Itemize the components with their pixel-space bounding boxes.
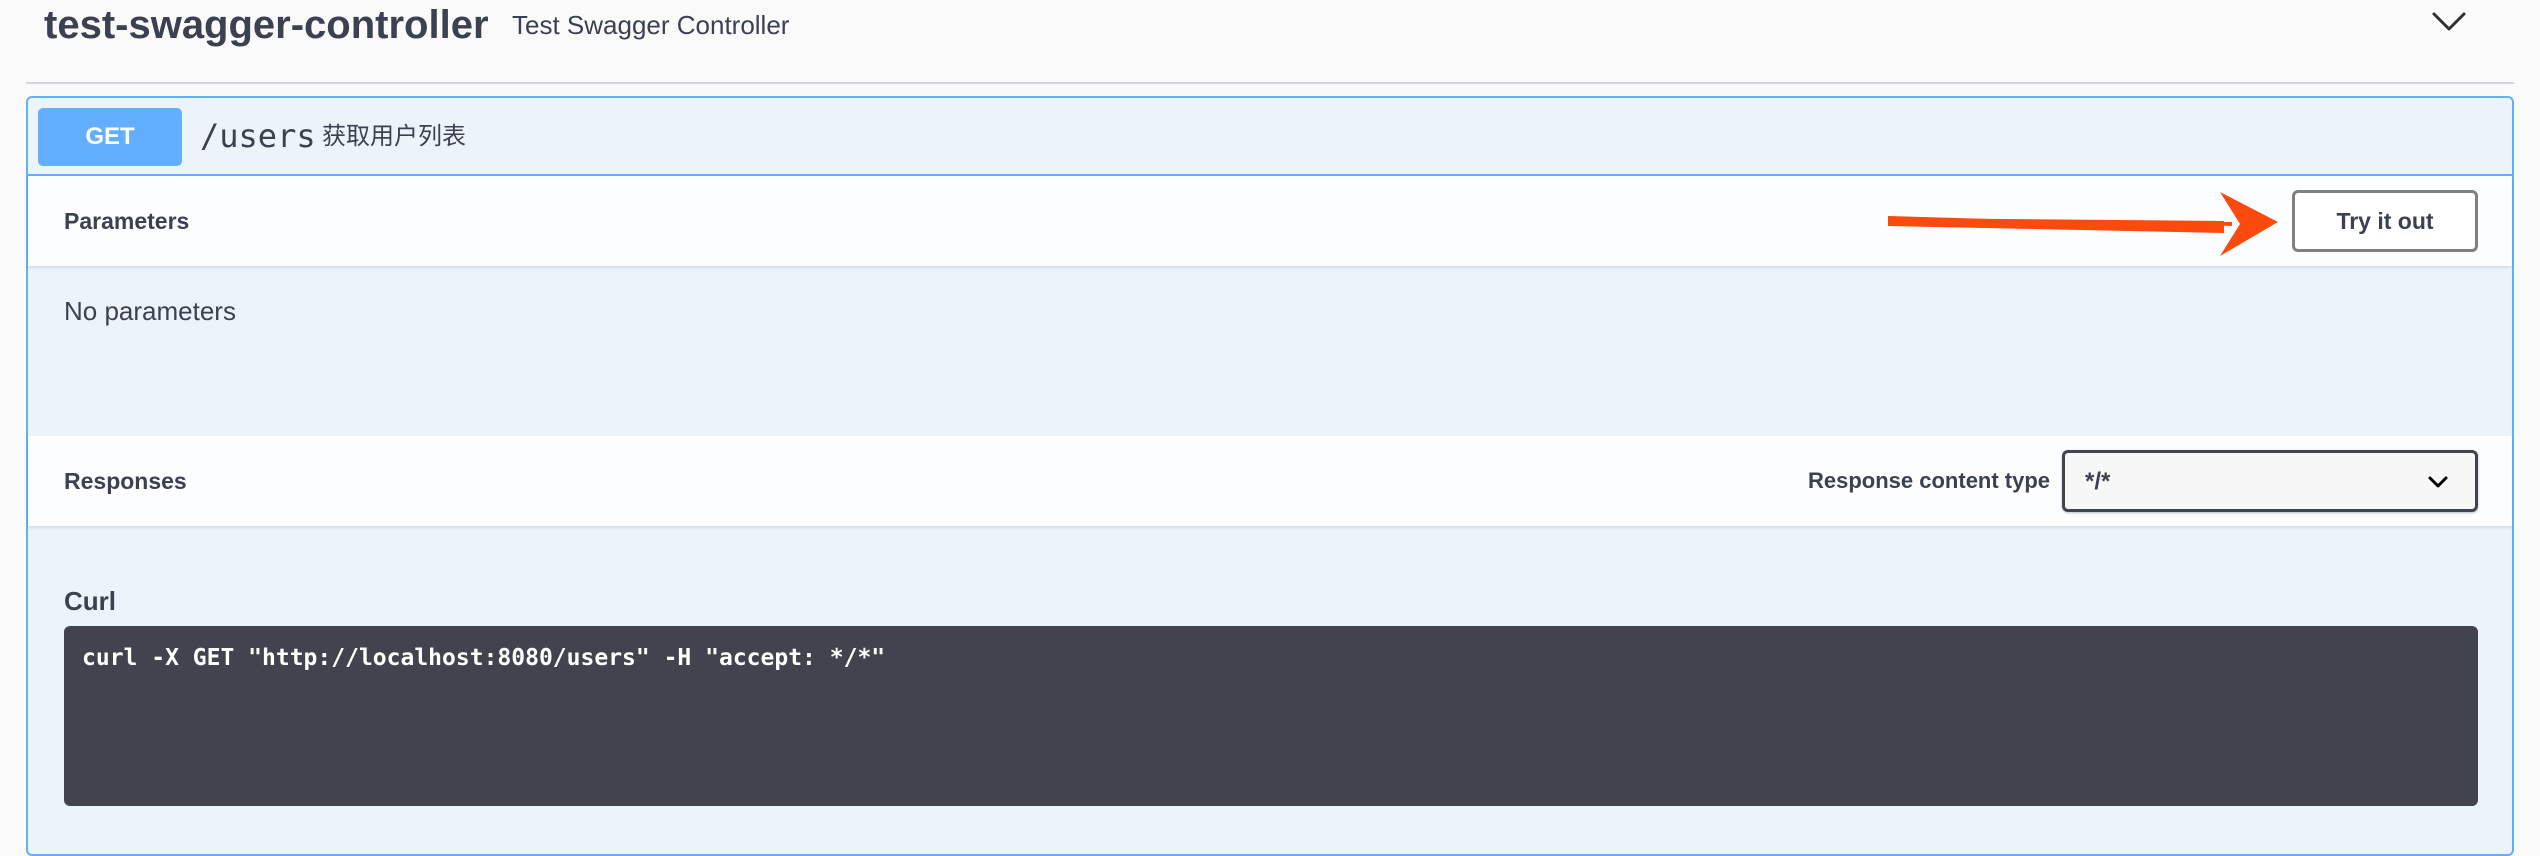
curl-code-block[interactable]: curl -X GET "http://localhost:8080/users… bbox=[64, 626, 2478, 806]
tag-name[interactable]: test-swagger-controller bbox=[44, 0, 489, 50]
method-badge: GET bbox=[38, 108, 182, 166]
operation-path: /users bbox=[200, 117, 316, 155]
responses-header: Responses Response content type */* bbox=[28, 436, 2512, 526]
chevron-down-icon[interactable] bbox=[2424, 4, 2474, 40]
curl-label: Curl bbox=[64, 586, 116, 616]
parameters-title: Parameters bbox=[64, 208, 190, 234]
response-content-type-select[interactable]: */* bbox=[2062, 450, 2478, 512]
operation-summary-text: 获取用户列表 bbox=[322, 123, 466, 150]
arrow-right-icon bbox=[1884, 188, 2284, 260]
try-it-out-button[interactable]: Try it out bbox=[2292, 190, 2478, 252]
operation-summary[interactable]: GET /users 获取用户列表 bbox=[28, 98, 2512, 176]
response-content-type-label: Response content type bbox=[1808, 468, 2051, 493]
no-parameters-text: No parameters bbox=[64, 296, 236, 326]
response-content-type-value: */* bbox=[2085, 468, 2111, 495]
curl-command: curl -X GET "http://localhost:8080/users… bbox=[82, 645, 886, 671]
tag-header[interactable]: test-swagger-controller Test Swagger Con… bbox=[26, 0, 2514, 84]
responses-title: Responses bbox=[64, 468, 187, 494]
tag-description: Test Swagger Controller bbox=[512, 10, 790, 40]
chevron-down-icon bbox=[2427, 473, 2449, 491]
